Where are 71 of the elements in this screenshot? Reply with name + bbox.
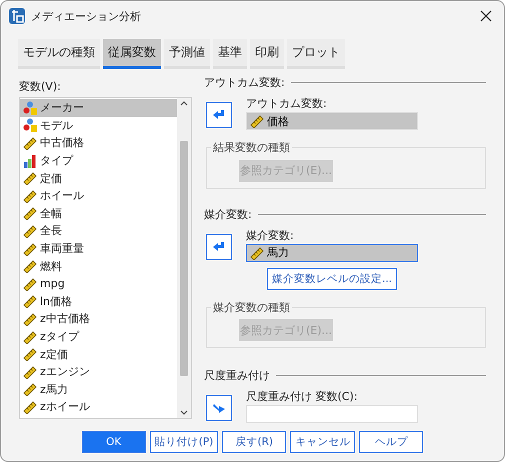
- ruler-icon: [23, 188, 37, 203]
- variable-field[interactable]: [246, 405, 418, 423]
- bar-chart-icon: [23, 154, 37, 168]
- variable-field[interactable]: 馬力: [246, 244, 418, 262]
- section-title: 媒介変数:: [204, 206, 252, 222]
- variable-item[interactable]: モデル: [20, 116, 177, 134]
- group-title: 媒介変数の種類: [212, 300, 291, 314]
- ruler-icon: [23, 259, 37, 274]
- tab[interactable]: 従属変数: [103, 39, 161, 69]
- variable-item[interactable]: 全幅: [20, 204, 177, 222]
- scroll-up-icon[interactable]: [180, 100, 188, 106]
- ruler-icon: [23, 276, 37, 291]
- list-label: 変数(V):: [19, 79, 62, 94]
- variable-item[interactable]: 定価: [20, 169, 177, 187]
- move-button[interactable]: [206, 102, 232, 128]
- variable-item[interactable]: 中古価格: [20, 134, 177, 152]
- mediator-levels-button[interactable]: 媒介変数レベルの設定...: [266, 268, 397, 290]
- ruler-icon: [23, 136, 37, 150]
- variable-item[interactable]: ホイール: [20, 186, 177, 205]
- field-label: アウトカム変数:: [246, 96, 328, 111]
- ruler-icon: [250, 246, 264, 260]
- dialog-button[interactable]: 戻す(R): [222, 431, 286, 453]
- close-icon: [480, 10, 492, 22]
- scroll-down-icon[interactable]: [180, 410, 188, 416]
- variable-item[interactable]: z定価: [20, 345, 177, 363]
- variable-item[interactable]: ln価格: [20, 292, 177, 310]
- dialog-button[interactable]: OK: [82, 431, 146, 453]
- group-title: 結果変数の種類: [212, 140, 291, 155]
- section-title: アウトカム変数:: [204, 75, 285, 90]
- dialog-button[interactable]: 貼り付け(P): [150, 431, 218, 453]
- variable-item[interactable]: 燃料: [20, 257, 177, 275]
- tab[interactable]: 基準: [213, 39, 247, 69]
- app-icon: [9, 8, 25, 24]
- variable-field[interactable]: 価格: [246, 112, 418, 130]
- variable-item[interactable]: zタイプ: [20, 328, 177, 346]
- tab[interactable]: 予測値: [164, 39, 210, 69]
- dialog-button[interactable]: ヘルプ: [359, 431, 424, 453]
- variable-item[interactable]: 全長: [20, 222, 177, 240]
- ruler-icon: [23, 364, 37, 379]
- scrollbar[interactable]: [177, 98, 191, 418]
- section-title: 尺度重み付け: [204, 368, 270, 383]
- tab[interactable]: 印刷: [250, 39, 284, 69]
- move-button[interactable]: [206, 395, 232, 421]
- variable-item[interactable]: z中古価格: [20, 310, 177, 328]
- ruler-icon: [23, 382, 37, 396]
- variable-item[interactable]: zエンジン: [20, 362, 177, 380]
- variable-item[interactable]: zホイール: [20, 398, 177, 416]
- tab[interactable]: モデルの種類: [18, 39, 100, 69]
- tab[interactable]: プロット: [287, 39, 345, 69]
- field-label: 尺度重み付け 変数(C):: [246, 389, 358, 404]
- ruler-icon: [250, 114, 264, 128]
- variable-item[interactable]: タイプ: [20, 152, 177, 170]
- variable-item[interactable]: メーカー: [20, 99, 177, 117]
- dialog-button[interactable]: キャンセル: [290, 431, 356, 453]
- nominal-icon: [23, 100, 37, 115]
- ruler-icon: [23, 330, 37, 344]
- ruler-icon: [23, 400, 37, 414]
- move-button[interactable]: [206, 234, 232, 260]
- window-title: メディエーション分析: [31, 8, 142, 24]
- ruler-icon: [23, 312, 37, 326]
- ruler-icon: [23, 171, 37, 186]
- ruler-icon: [23, 224, 37, 238]
- field-label: 媒介変数:: [246, 228, 295, 242]
- nominal-icon: [23, 118, 37, 132]
- ruler-icon: [23, 242, 37, 256]
- ruler-icon: [23, 347, 37, 362]
- variable-item[interactable]: 車両重量: [20, 240, 177, 258]
- variable-item[interactable]: mpg: [20, 274, 177, 293]
- ruler-icon: [23, 294, 37, 308]
- variable-item[interactable]: z馬力: [20, 380, 177, 398]
- ruler-icon: [23, 206, 37, 220]
